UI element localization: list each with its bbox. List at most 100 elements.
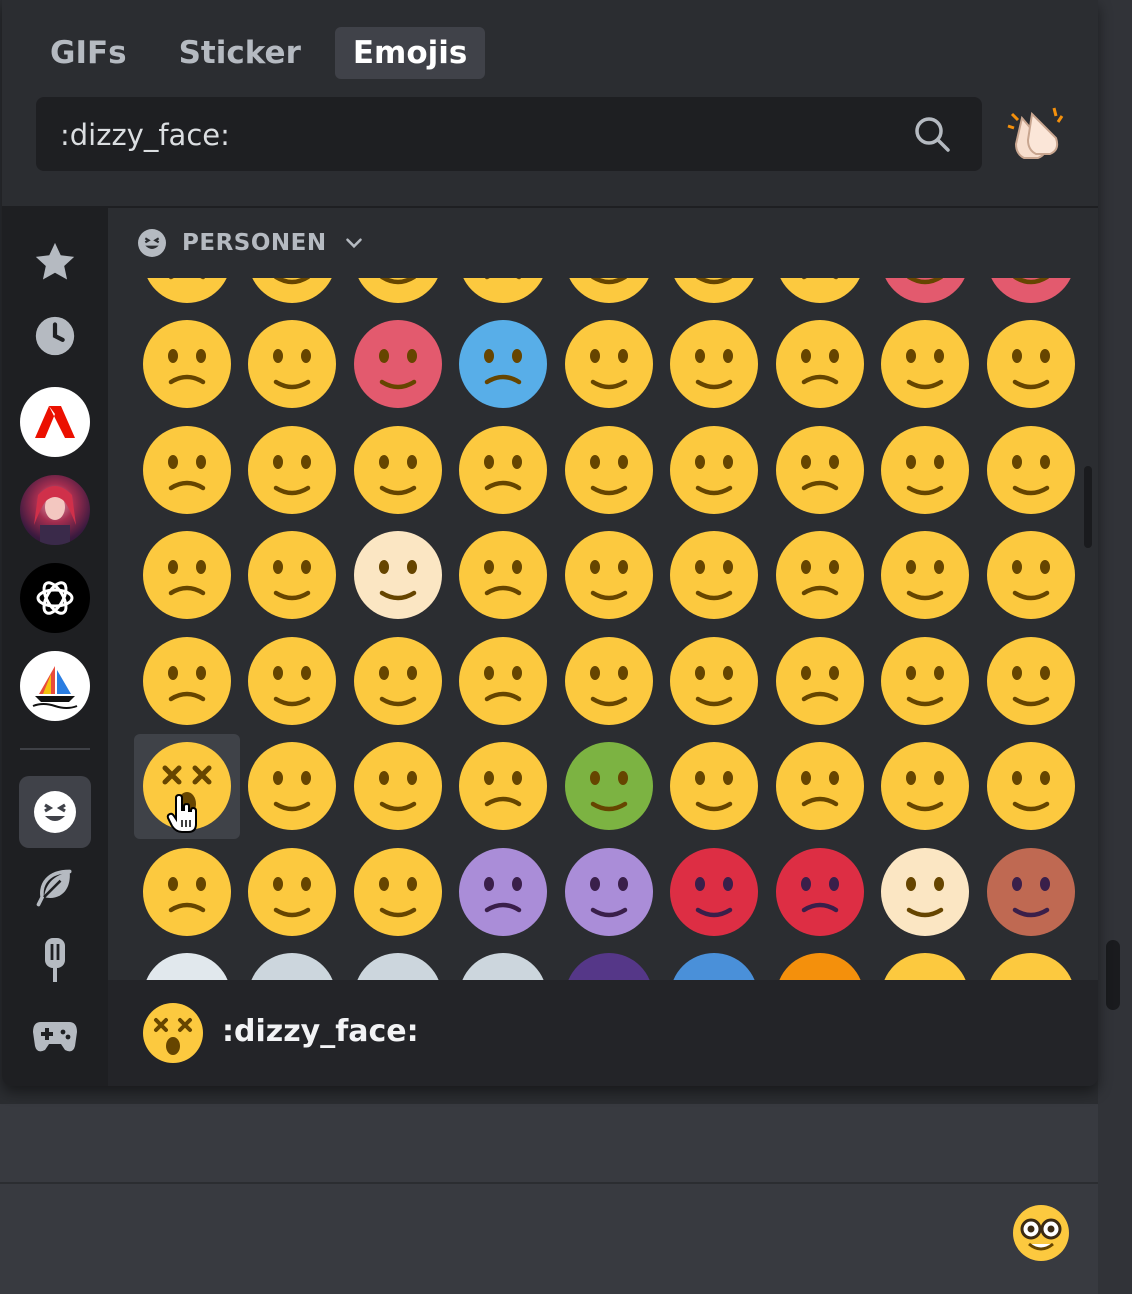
emoji-cell-clown[interactable]	[873, 839, 979, 945]
emoji-cell-face-in-clouds[interactable]	[556, 312, 662, 418]
emoji-cell-rage[interactable]	[873, 278, 979, 312]
tab-gifs[interactable]: GIFs	[32, 27, 145, 79]
diagonal-mouth-icon	[564, 531, 653, 620]
emoji-cell-ghost[interactable]	[134, 945, 240, 980]
message-composer[interactable]	[0, 1104, 1098, 1294]
sidebar-item-server-adobe[interactable]	[19, 386, 91, 458]
emoji-cell-shushing[interactable]	[873, 417, 979, 523]
tab-sticker[interactable]: Sticker	[161, 27, 319, 79]
emoji-cell-exhaling[interactable]	[978, 628, 1084, 734]
emoji-cell-expressionless[interactable]	[662, 523, 768, 629]
emoji-cell-scream[interactable]	[662, 312, 768, 418]
worried-icon	[248, 636, 337, 725]
emoji-cell-space-invader[interactable]	[556, 945, 662, 980]
sidebar-item-people[interactable]	[19, 776, 91, 848]
emoji-cell-vomiting[interactable]	[662, 734, 768, 840]
emoji-cell-downcast-sweat[interactable]	[134, 417, 240, 523]
emoji-cell-grimacing[interactable]	[767, 523, 873, 629]
emoji-cell-exploding-head[interactable]	[134, 312, 240, 418]
emoji-cell-salute[interactable]	[767, 417, 873, 523]
emoji-cell-cat-grin[interactable]	[978, 945, 1084, 980]
emoji-cell-cloud-face[interactable]	[662, 278, 768, 312]
emoji-cell-cat-smile[interactable]	[873, 945, 979, 980]
emoji-cell-cowboy[interactable]	[345, 839, 451, 945]
emoji-cell-money-mouth[interactable]	[240, 839, 346, 945]
emoji-cell-eye-roll[interactable]	[873, 523, 979, 629]
sidebar-item-activities[interactable]	[19, 1000, 91, 1072]
emoji-cell-lying[interactable]	[134, 523, 240, 629]
emoji-cell-spiral-eyes[interactable]	[240, 734, 346, 840]
emoji-cell-cursing[interactable]: #%!&	[978, 278, 1084, 312]
emoji-cell-mask[interactable]	[873, 734, 979, 840]
sidebar-item-nature[interactable]	[19, 852, 91, 924]
sidebar-item-food[interactable]	[19, 924, 91, 996]
emoji-grid: #%!&	[134, 278, 1084, 980]
emoji-cell-no-mouth[interactable]	[240, 523, 346, 629]
sidebar-item-server-avatar[interactable]	[19, 474, 91, 546]
emoji-cell-astonished[interactable]	[451, 628, 557, 734]
emoji-cell-sneezing[interactable]	[767, 734, 873, 840]
emoji-cell-partying[interactable]	[556, 278, 662, 312]
emoji-cell-cold-sweat[interactable]	[451, 278, 557, 312]
emoji-cell-frowning-2[interactable]	[134, 628, 240, 734]
emoji-cell-smiling-imp[interactable]	[451, 839, 557, 945]
search-input[interactable]	[58, 97, 892, 173]
emoji-cell-worried[interactable]	[240, 628, 346, 734]
grimacing-face	[800, 560, 839, 596]
emoji-cell-sleepy[interactable]	[873, 628, 979, 734]
emoji-cell-imp[interactable]	[556, 839, 662, 945]
emoji-cell-open-hand-mouth[interactable]	[662, 417, 768, 523]
chat-scrollbar[interactable]	[1106, 940, 1120, 1010]
emoji-cell-skull[interactable]	[240, 945, 346, 980]
cold-face-face	[484, 349, 523, 385]
emoji-cell-thinking[interactable]	[345, 417, 451, 523]
emoji-cell-sad-relieved[interactable]	[978, 312, 1084, 418]
chevron-down-icon	[345, 238, 362, 249]
emoji-cell-robot[interactable]	[662, 945, 768, 980]
emoji-cell-drooling[interactable]	[767, 628, 873, 734]
emoji-scrollbar[interactable]	[1084, 466, 1092, 548]
emoji-cell-dizzy-face[interactable]	[134, 733, 240, 839]
emoji-cell-yawning[interactable]	[556, 628, 662, 734]
emoji-cell-thermometer[interactable]	[978, 734, 1084, 840]
melting-icon	[986, 425, 1075, 514]
emoji-cell-hugging[interactable]	[240, 417, 346, 523]
tab-emojis[interactable]: Emojis	[334, 27, 486, 79]
emoji-cell-dotted-line[interactable]	[345, 523, 451, 629]
sidebar-item-server-sailboat[interactable]	[19, 650, 91, 722]
emoji-cell-flushed[interactable]	[240, 312, 346, 418]
sidebar-item-favorites[interactable]	[19, 226, 91, 298]
sidebar-item-server-openai[interactable]	[19, 562, 91, 634]
nerd-face-icon[interactable]	[1012, 1204, 1070, 1262]
emoji-cell-diagonal-mouth[interactable]	[556, 523, 662, 629]
emoji-cell-jack-o-lantern[interactable]	[767, 945, 873, 980]
emoji-cell-hushed[interactable]	[978, 523, 1084, 629]
emoji-cell-sleeping[interactable]	[662, 628, 768, 734]
emoji-cell-crossbones[interactable]	[345, 945, 451, 980]
emoji-cell-tired[interactable]	[134, 278, 240, 312]
emoji-cell-alien[interactable]	[451, 945, 557, 980]
emoji-cell-peeking[interactable]	[451, 417, 557, 523]
emoji-cell-yawn[interactable]	[345, 278, 451, 312]
sidebar-item-recent[interactable]	[19, 300, 91, 372]
emoji-cell-neutral[interactable]	[451, 523, 557, 629]
emoji-cell-fearful[interactable]	[767, 312, 873, 418]
clapping-hands-icon[interactable]	[1004, 104, 1068, 164]
emoji-cell-cold-face[interactable]	[451, 312, 557, 418]
search-icon[interactable]	[912, 114, 952, 154]
emoji-cell-anxious-sweat[interactable]	[873, 312, 979, 418]
emoji-cell-ogre[interactable]	[662, 839, 768, 945]
emoji-cell-hot-face[interactable]	[345, 312, 451, 418]
category-header-people[interactable]: PERSONEN	[136, 226, 367, 260]
emoji-cell-nauseated[interactable]	[556, 734, 662, 840]
emoji-cell-goblin[interactable]	[767, 839, 873, 945]
emoji-cell-frowning[interactable]	[767, 278, 873, 312]
emoji-cell-hand-over-mouth[interactable]	[556, 417, 662, 523]
emoji-cell-weary[interactable]	[240, 278, 346, 312]
emoji-cell-melting[interactable]	[978, 417, 1084, 523]
emoji-cell-zipper-mouth[interactable]	[345, 734, 451, 840]
emoji-cell-woozy[interactable]	[451, 734, 557, 840]
emoji-cell-open-mouth[interactable]	[345, 628, 451, 734]
emoji-cell-bandage[interactable]	[134, 839, 240, 945]
emoji-cell-poop[interactable]	[978, 839, 1084, 945]
